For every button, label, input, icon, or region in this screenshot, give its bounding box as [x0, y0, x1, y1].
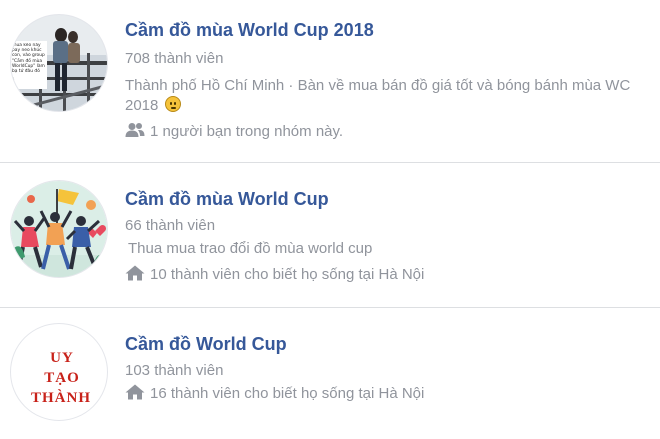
- group-name-link[interactable]: Cầm đồ mùa World Cup 2018: [125, 19, 650, 41]
- member-count: 66 thành viên: [125, 217, 216, 234]
- group-name-link[interactable]: Cầm đồ World Cup: [125, 333, 650, 355]
- group-description: Thành phố Hồ Chí Minh · Bàn về mua bán đ…: [125, 76, 645, 116]
- group-description-text: Thành phố Hồ Chí Minh · Bàn về mua bán đ…: [125, 77, 631, 114]
- group-result-item: thua kèo này pay neo khúc con, vào group…: [0, 0, 660, 162]
- group-illustration-image: [11, 181, 107, 277]
- group-info: Cầm đồ mùa World Cup 2018 708 thành viên…: [125, 19, 650, 142]
- group-name-link[interactable]: Cầm đồ mùa World Cup: [125, 188, 650, 210]
- avatar-text-line: TẠO: [44, 370, 80, 386]
- avatar-text-line: UY: [50, 350, 74, 366]
- group-description: Thua mua trao đổi đồ mùa world cup: [128, 240, 373, 257]
- group-meta-text: 10 thành viên cho biết họ sống tại Hà Nộ…: [150, 266, 425, 283]
- group-meta-text: 16 thành viên cho biết họ sống tại Hà Nộ…: [150, 385, 425, 402]
- group-info: Cầm đồ World Cup 103 thành viên 16 thành…: [125, 333, 650, 404]
- group-info: Cầm đồ mùa World Cup 66 thành viên Thua …: [125, 188, 650, 285]
- group-avatar[interactable]: thua kèo này pay neo khúc con, vào group…: [10, 14, 108, 112]
- neutral-face-emoji-icon: [164, 96, 181, 112]
- member-count: 103 thành viên: [125, 362, 224, 379]
- group-results-list: thua kèo này pay neo khúc con, vào group…: [0, 0, 660, 439]
- group-avatar[interactable]: [10, 180, 108, 278]
- group-avatar[interactable]: UY TẠO THÀNH: [10, 323, 108, 421]
- home-icon: [125, 384, 145, 400]
- friends-icon: [125, 122, 145, 138]
- group-result-item: UY TẠO THÀNH Cầm đồ World Cup 103 thành …: [0, 308, 660, 439]
- avatar-text: UY TẠO THÀNH: [11, 348, 107, 408]
- group-meta: 1 người bạn trong nhóm này.: [125, 122, 650, 142]
- group-result-item: Cầm đồ mùa World Cup 66 thành viên Thua …: [0, 163, 660, 307]
- home-icon: [125, 265, 145, 281]
- member-count: 708 thành viên: [125, 50, 224, 67]
- avatar-caption-text: thua kèo này pay neo khúc con, vào group…: [12, 43, 45, 75]
- group-meta: 10 thành viên cho biết họ sống tại Hà Nộ…: [125, 265, 650, 285]
- avatar-text-line: THÀNH: [30, 390, 91, 406]
- group-meta: 16 thành viên cho biết họ sống tại Hà Nộ…: [125, 384, 650, 404]
- group-meta-text: 1 người bạn trong nhóm này.: [150, 123, 344, 140]
